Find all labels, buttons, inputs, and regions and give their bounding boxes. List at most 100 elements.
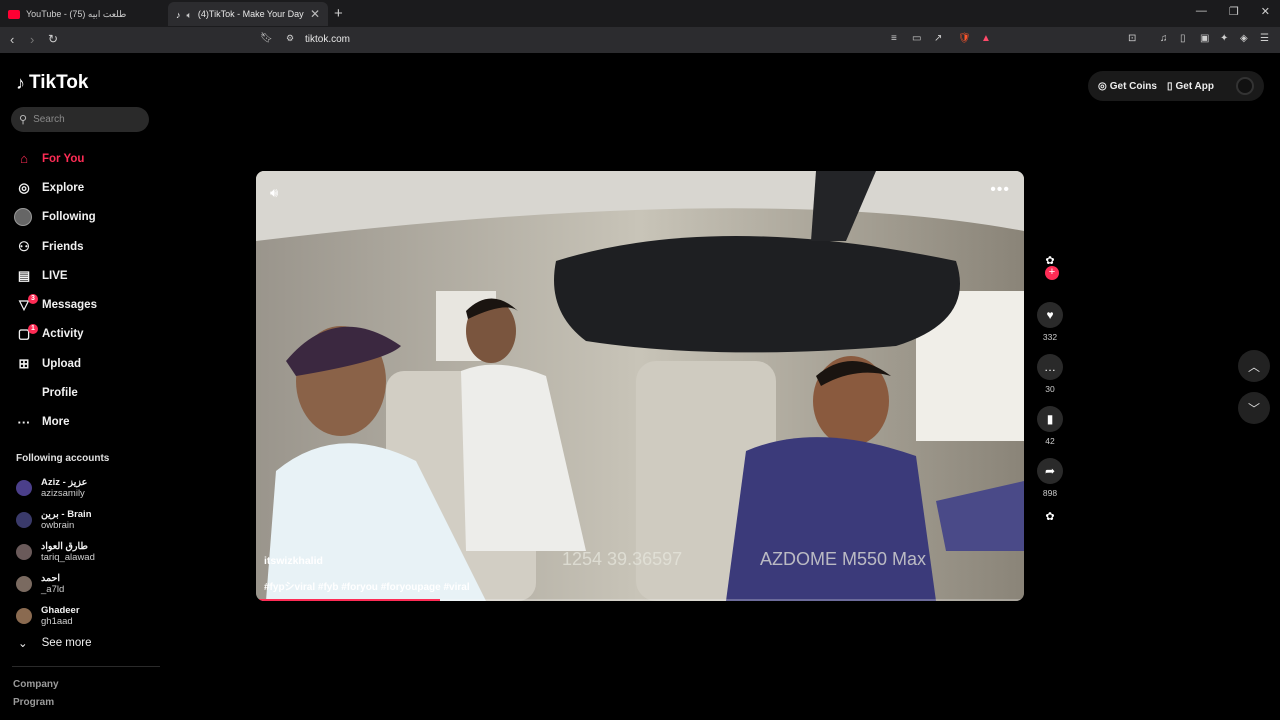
see-more-button[interactable]: ⌄ See more bbox=[18, 636, 92, 650]
friends-icon: ⚇ bbox=[18, 238, 30, 254]
following-account-item[interactable]: Aziz - عزيز azizsamily bbox=[16, 472, 156, 504]
following-account-item[interactable]: احمد _a7ld bbox=[16, 568, 156, 600]
account-handle: _a7ld bbox=[41, 584, 65, 595]
youtube-favicon-icon bbox=[8, 9, 20, 19]
tiktok-logo[interactable]: ♪ TikTok bbox=[16, 72, 88, 94]
reload-icon[interactable]: ↻ bbox=[48, 32, 58, 46]
sidebar-item-upload[interactable]: ⊞ Upload bbox=[14, 349, 154, 378]
sidebar-item-activity[interactable]: ▢ 1 Activity bbox=[14, 320, 154, 349]
creator-avatar[interactable]: ✿ + bbox=[1039, 254, 1061, 280]
sidebar-item-explore[interactable]: ◎ Explore bbox=[14, 173, 154, 202]
comment-count: 30 bbox=[1045, 384, 1055, 394]
more-options-icon[interactable]: ••• bbox=[990, 181, 1010, 199]
menu-icon[interactable]: ☰ bbox=[1260, 33, 1269, 44]
following-account-item[interactable]: Ghadeer gh1aad bbox=[16, 600, 156, 632]
get-app-button[interactable]: ▯ Get App bbox=[1167, 81, 1214, 92]
wallet-icon[interactable]: ▣ bbox=[1200, 33, 1209, 44]
tiktok-favicon-icon: ♪ bbox=[176, 9, 181, 20]
upload-icon: ⊞ bbox=[18, 355, 30, 371]
comment-button[interactable]: … bbox=[1037, 354, 1063, 380]
sidebar-item-label: Following bbox=[42, 211, 96, 224]
save-button[interactable]: ▮ bbox=[1037, 406, 1063, 432]
tab-youtube[interactable]: YouTube - طلعت ابيه (75) bbox=[0, 2, 166, 26]
following-accounts-list: Aziz - عزيز azizsamily برين - Brain owbrai… bbox=[16, 472, 156, 632]
chevron-down-icon: ⌄ bbox=[18, 638, 28, 650]
previous-video-button[interactable]: ︿ bbox=[1238, 350, 1270, 382]
window-controls: — ❐ ✕ bbox=[1196, 5, 1270, 18]
sidebar-item-label: Profile bbox=[42, 387, 78, 400]
video-progress-bar[interactable] bbox=[256, 599, 1024, 601]
rewards-icon[interactable]: ▲ bbox=[981, 33, 991, 44]
sidebar-item-label: Messages bbox=[42, 299, 97, 312]
video-player[interactable]: 🔊︎ ••• 1254 39.36597 AZDOME M550 Max its… bbox=[256, 171, 1024, 601]
brave-shield-icon[interactable]: 🛡︎ bbox=[958, 33, 971, 44]
music-disc-icon[interactable]: ✿ bbox=[1045, 510, 1054, 523]
video-progress-fill bbox=[256, 599, 441, 601]
video-author[interactable]: itswizkhalid bbox=[264, 555, 323, 567]
chevron-up-icon: ︿ bbox=[1247, 359, 1260, 374]
sidebar-item-following[interactable]: Following bbox=[14, 203, 154, 232]
search-input[interactable] bbox=[33, 114, 134, 125]
next-video-button[interactable]: ﹀ bbox=[1238, 392, 1270, 424]
volume-icon[interactable]: 🔊︎ bbox=[270, 185, 278, 201]
restore-icon[interactable]: ❐ bbox=[1229, 5, 1239, 18]
activity-badge: 1 bbox=[28, 323, 38, 334]
close-tab-icon[interactable]: ✕ bbox=[310, 7, 320, 21]
footer-link-program[interactable]: Program bbox=[13, 697, 54, 708]
footer-link-company[interactable]: Company bbox=[13, 679, 59, 690]
browser-tab-bar: YouTube - طلعت ابيه (75) ♪ 🔈︎ (4)TikTok … bbox=[0, 0, 1280, 27]
video-frame bbox=[256, 171, 1024, 601]
sidebar-item-messages[interactable]: ▽ 3 Messages bbox=[14, 290, 154, 319]
video-caption[interactable]: #fypシviral #fyb #foryou #foryoupage #vir… bbox=[264, 578, 470, 593]
profile-avatar[interactable] bbox=[1236, 77, 1254, 95]
get-coins-label: Get Coins bbox=[1109, 80, 1157, 92]
dashcam-model-text: AZDOME M550 Max bbox=[760, 549, 927, 569]
sidebar-item-profile[interactable]: Profile bbox=[14, 378, 154, 407]
share-icon[interactable]: ↗ bbox=[934, 33, 942, 44]
like-button[interactable]: ♥ bbox=[1037, 302, 1063, 328]
speaker-icon: 🔈︎ bbox=[186, 9, 192, 20]
leo-ai-icon[interactable]: ✦ bbox=[1220, 33, 1228, 44]
avatar bbox=[16, 480, 32, 496]
divider bbox=[12, 666, 160, 667]
top-right-actions: ◎ Get Coins ▯ Get App bbox=[1088, 71, 1264, 101]
bookmark-icon[interactable]: 🔖︎ bbox=[260, 33, 273, 44]
reader-icon[interactable]: ≡ bbox=[891, 33, 897, 44]
sidebar-item-for-you[interactable]: ⌂ For You bbox=[14, 144, 154, 173]
back-icon[interactable]: ‹ bbox=[10, 32, 14, 47]
follow-plus-icon[interactable]: + bbox=[1045, 266, 1059, 280]
tab-title: YouTube - طلعت ابيه (75) bbox=[26, 8, 127, 19]
following-avatar bbox=[14, 208, 32, 227]
minimize-icon[interactable]: — bbox=[1196, 5, 1207, 18]
account-handle: tariq_alawad bbox=[41, 552, 95, 563]
account-name: Aziz - عزيز bbox=[41, 477, 88, 488]
account-name: طارق العواد bbox=[41, 541, 88, 552]
media-icon[interactable]: ♫ bbox=[1160, 33, 1168, 44]
coin-icon: ◎ bbox=[1098, 80, 1107, 92]
tab-search-icon[interactable]: ⊡ bbox=[1128, 33, 1136, 44]
sidebar-item-live[interactable]: ▤ LIVE bbox=[14, 261, 154, 290]
vpn-icon[interactable]: ◈ bbox=[1240, 33, 1248, 44]
following-account-item[interactable]: برين - Brain owbrain bbox=[16, 504, 156, 536]
site-info-icon[interactable]: ⚙ bbox=[286, 33, 294, 44]
sidebar-item-label: For You bbox=[42, 152, 85, 165]
url-field[interactable]: tiktok.com bbox=[305, 34, 350, 45]
account-name: Ghadeer bbox=[41, 605, 80, 616]
search-icon: ⚲ bbox=[19, 114, 28, 126]
logo-text: TikTok bbox=[29, 72, 89, 93]
search-box[interactable]: ⚲ bbox=[11, 107, 149, 132]
sidebar-item-label: Explore bbox=[42, 181, 85, 194]
sidebar-item-more[interactable]: ··· More bbox=[14, 408, 154, 437]
tab-tiktok[interactable]: ♪ 🔈︎ (4)TikTok - Make Your Day ✕ bbox=[168, 2, 328, 26]
forward-icon[interactable]: › bbox=[30, 32, 34, 47]
cast-icon[interactable]: ▭ bbox=[912, 33, 921, 44]
chevron-down-icon: ﹀ bbox=[1247, 401, 1260, 416]
sidebar-icon[interactable]: ▯ bbox=[1180, 33, 1186, 44]
sidebar-item-friends[interactable]: ⚇ Friends bbox=[14, 232, 154, 261]
new-tab-button[interactable]: + bbox=[334, 5, 343, 22]
get-coins-button[interactable]: ◎ Get Coins bbox=[1098, 81, 1157, 92]
share-button[interactable]: ➦ bbox=[1037, 458, 1063, 484]
account-name: احمد bbox=[41, 573, 60, 584]
close-window-icon[interactable]: ✕ bbox=[1261, 5, 1270, 18]
following-account-item[interactable]: طارق العواد tariq_alawad bbox=[16, 536, 156, 568]
